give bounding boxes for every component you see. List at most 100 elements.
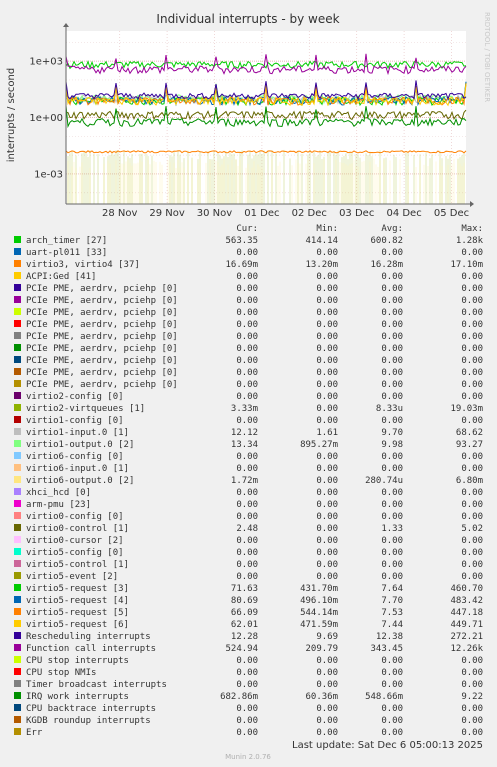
legend-series-name: PCIe PME, aerdrv, pciehp [0] (26, 320, 178, 330)
legend-value-min: 0.00 (316, 560, 338, 570)
legend-swatch (14, 476, 21, 483)
legend-value-avg: 7.44 (381, 620, 403, 630)
legend-value-avg: 0.00 (381, 392, 403, 402)
legend-value-cur: 80.69 (231, 596, 258, 606)
legend-value-max: 0.00 (461, 488, 483, 498)
legend-value-cur: 0.00 (236, 656, 258, 666)
legend-swatch (14, 308, 21, 315)
legend-swatch (14, 356, 21, 363)
legend-series-name: PCIe PME, aerdrv, pciehp [0] (26, 296, 178, 306)
legend-value-cur: 0.00 (236, 668, 258, 678)
legend-value-cur: 0.00 (236, 272, 258, 282)
legend-value-max: 9.22 (461, 692, 483, 702)
legend-value-max: 0.00 (461, 356, 483, 366)
legend-value-max: 0.00 (461, 500, 483, 510)
legend-value-max: 0.00 (461, 296, 483, 306)
legend-value-avg: 8.33u (376, 404, 403, 414)
legend-swatch (14, 416, 21, 423)
legend-value-min: 0.00 (316, 716, 338, 726)
legend-series-name: KGDB roundup interrupts (26, 716, 151, 726)
legend-series-name: xhci_hcd [0] (26, 488, 91, 498)
legend-column-header: Avg: (381, 224, 403, 234)
legend-value-avg: 9.70 (381, 428, 403, 438)
legend-value-max: 93.27 (456, 440, 483, 450)
legend-swatch (14, 236, 21, 243)
legend-value-avg: 0.00 (381, 368, 403, 378)
legend-value-avg: 0.00 (381, 704, 403, 714)
legend-value-avg: 0.00 (381, 272, 403, 282)
legend-value-min: 0.00 (316, 704, 338, 714)
legend-value-max: 1.28k (456, 236, 484, 246)
legend-series-name: CPU backtrace interrupts (26, 704, 156, 714)
legend-value-max: 0.00 (461, 272, 483, 282)
legend-value-cur: 0.00 (236, 248, 258, 258)
legend-value-max: 12.26k (450, 644, 483, 654)
legend-value-avg: 0.00 (381, 728, 403, 738)
legend-series-name: virtio6-input.0 [1] (26, 464, 129, 474)
legend-value-min: 0.00 (316, 296, 338, 306)
legend-series-name: virtio5-control [1] (26, 560, 129, 570)
legend-value-max: 0.00 (461, 668, 483, 678)
legend-swatch (14, 728, 21, 735)
last-update-label: Last update: Sat Dec 6 05:00:13 2025 (292, 740, 483, 751)
legend-value-max: 447.18 (450, 608, 483, 618)
legend-swatch (14, 692, 21, 699)
legend-value-cur: 524.94 (225, 644, 258, 654)
legend-value-cur: 66.09 (231, 608, 258, 618)
legend-value-cur: 0.00 (236, 704, 258, 714)
legend-column-header: Max: (461, 224, 483, 234)
legend-value-cur: 682.86m (220, 692, 258, 702)
legend-swatch (14, 488, 21, 495)
legend-value-cur: 0.00 (236, 284, 258, 294)
legend-series-name: IRQ work interrupts (26, 692, 129, 702)
legend-series-name: PCIe PME, aerdrv, pciehp [0] (26, 284, 178, 294)
legend-value-min: 0.00 (316, 488, 338, 498)
legend-value-avg: 0.00 (381, 656, 403, 666)
legend-value-avg: 0.00 (381, 296, 403, 306)
legend-value-max: 68.62 (456, 428, 483, 438)
legend-value-max: 0.00 (461, 716, 483, 726)
legend-swatch (14, 536, 21, 543)
legend-series-name: Err (26, 728, 43, 738)
legend-value-max: 0.00 (461, 656, 483, 666)
legend-value-cur: 0.00 (236, 548, 258, 558)
legend-swatch (14, 272, 21, 279)
legend-value-cur: 0.00 (236, 716, 258, 726)
legend-series-name: virtio2-config [0] (26, 392, 124, 402)
legend-value-min: 0.00 (316, 284, 338, 294)
legend-series-name: PCIe PME, aerdrv, pciehp [0] (26, 380, 178, 390)
legend-series-name: CPU stop NMIs (26, 668, 96, 678)
legend-value-min: 0.00 (316, 476, 338, 486)
legend-value-cur: 12.28 (231, 632, 258, 642)
legend-value-min: 209.79 (305, 644, 338, 654)
legend-series-name: ACPI:Ged [41] (26, 272, 96, 282)
legend-series-name: virtio1-input.0 [1] (26, 428, 129, 438)
legend-value-max: 0.00 (461, 560, 483, 570)
legend-value-max: 0.00 (461, 332, 483, 342)
x-tick-label: 30 Nov (197, 208, 233, 219)
legend-series-name: PCIe PME, aerdrv, pciehp [0] (26, 332, 178, 342)
legend-value-cur: 0.00 (236, 392, 258, 402)
legend-value-avg: 0.00 (381, 344, 403, 354)
legend-value-max: 0.00 (461, 704, 483, 714)
x-tick-label: 28 Nov (102, 208, 138, 219)
legend-series-name: arm-pmu [23] (26, 500, 91, 510)
legend-swatch (14, 560, 21, 567)
legend-value-min: 0.00 (316, 272, 338, 282)
legend-value-max: 19.03m (450, 404, 483, 414)
legend-value-cur: 0.00 (236, 500, 258, 510)
legend-swatch (14, 584, 21, 591)
y-tick-label: 1e+00 (29, 113, 63, 124)
legend-value-avg: 0.00 (381, 452, 403, 462)
legend-value-max: 0.00 (461, 680, 483, 690)
legend-value-min: 0.00 (316, 332, 338, 342)
legend-series-name: virtio5-request [4] (26, 596, 129, 606)
legend-value-min: 0.00 (316, 668, 338, 678)
legend-value-min: 0.00 (316, 656, 338, 666)
legend-swatch (14, 452, 21, 459)
legend-value-avg: 7.70 (381, 596, 403, 606)
legend-value-avg: 0.00 (381, 680, 403, 690)
legend-value-avg: 7.64 (381, 584, 403, 594)
x-tick-label: 29 Nov (149, 208, 185, 219)
legend-value-min: 0.00 (316, 728, 338, 738)
